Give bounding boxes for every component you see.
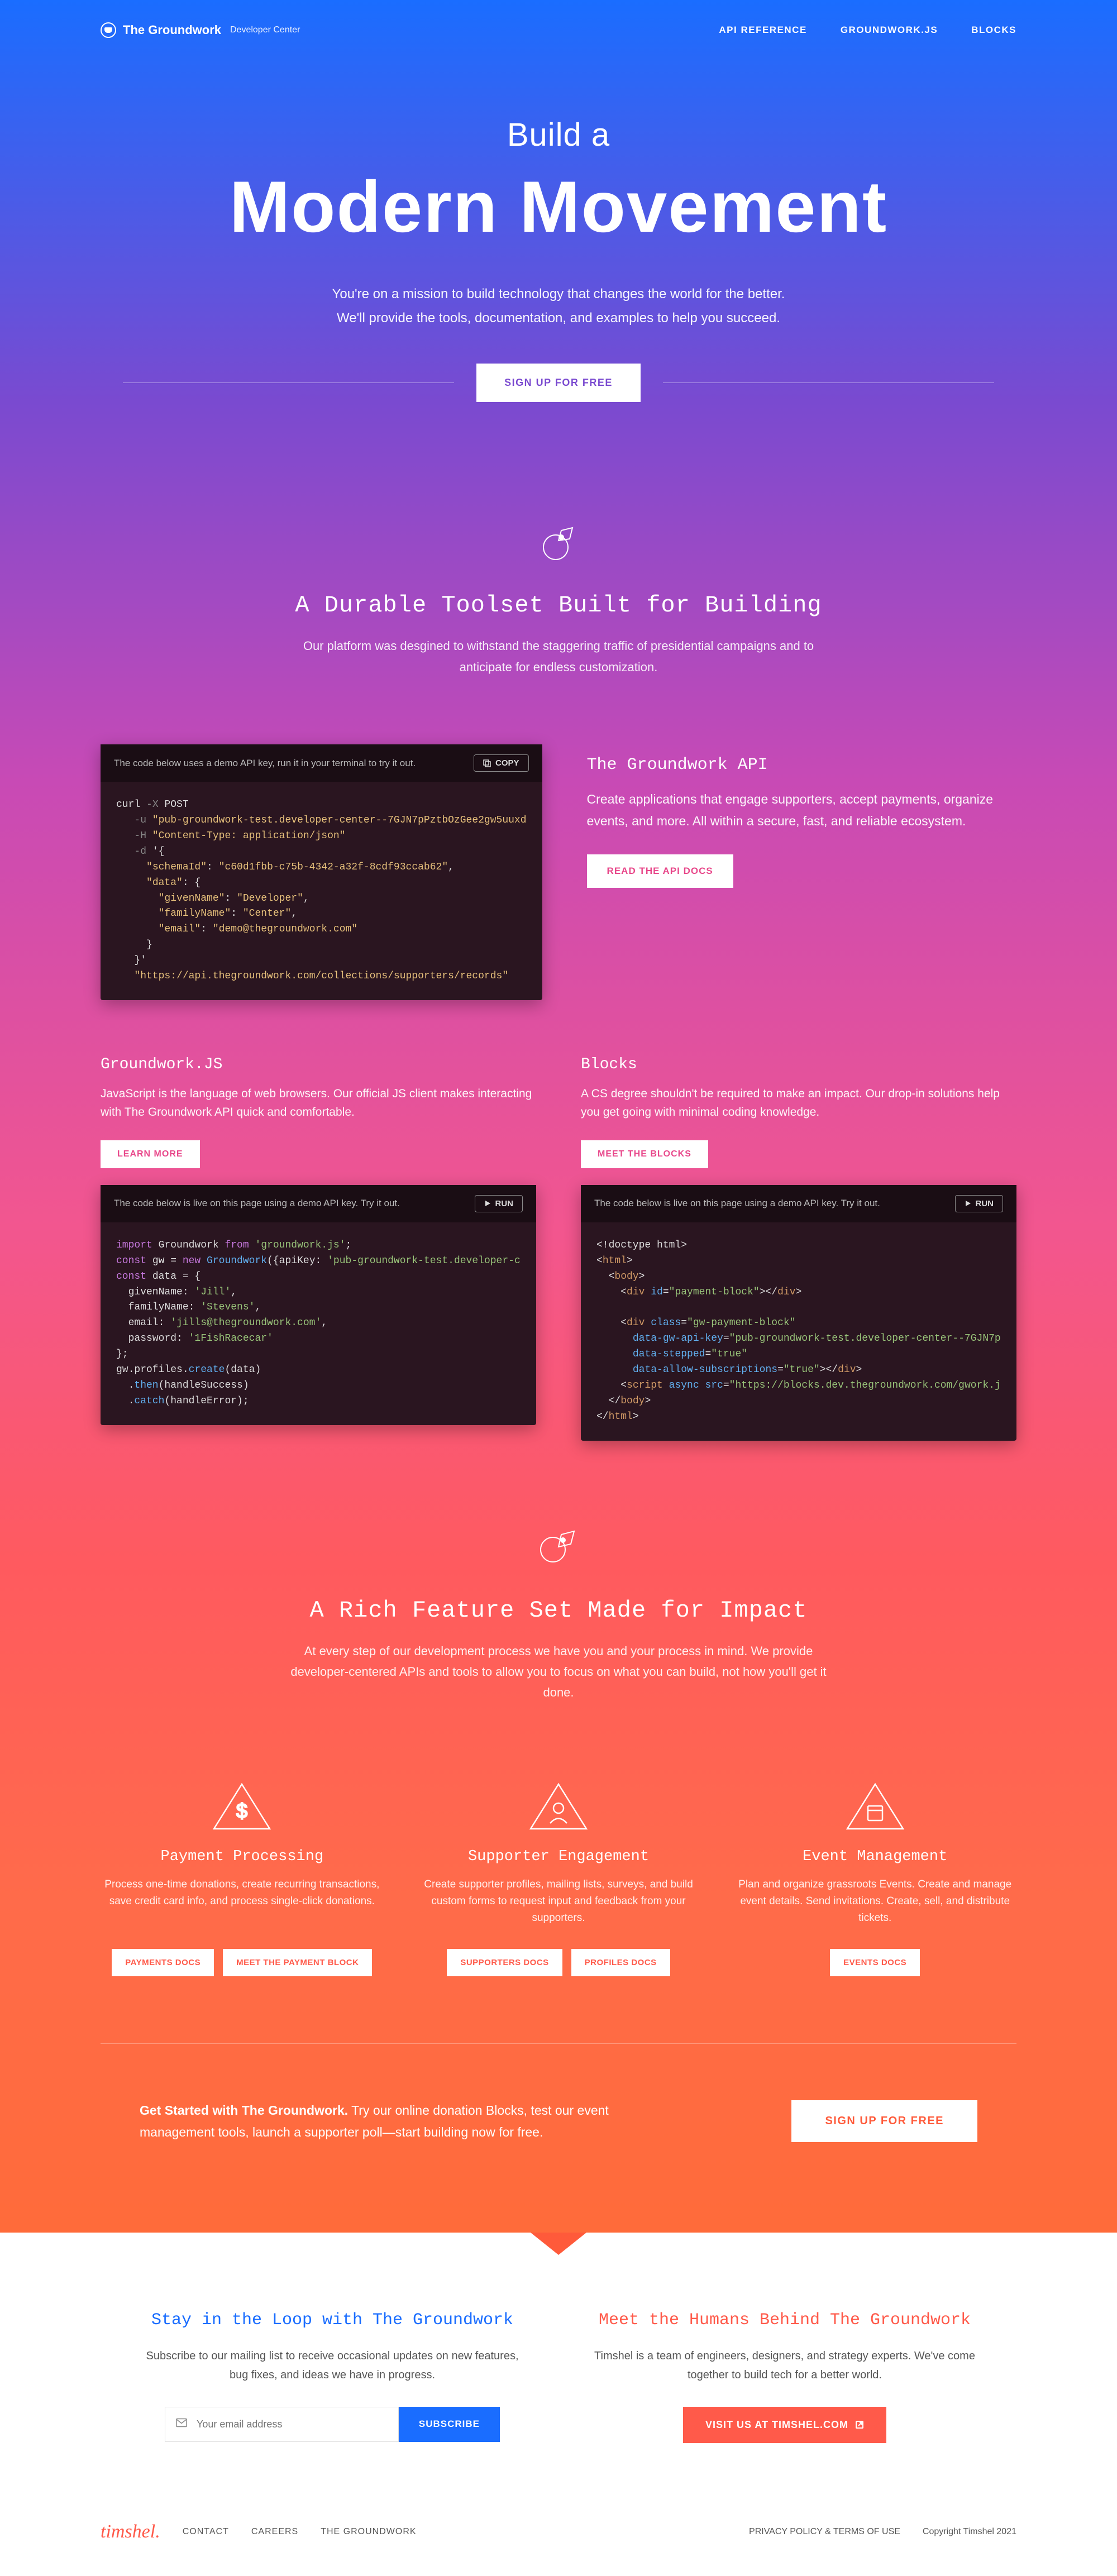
feature-desc: Plan and organize grassroots Events. Cre… [733, 1876, 1016, 1929]
play-icon [484, 1200, 491, 1207]
api-desc: Create applications that engage supporte… [587, 788, 1016, 832]
top-nav: The Groundwork Developer Center API REFE… [0, 0, 1117, 60]
footer: Stay in the Loop with The Groundwork Sub… [0, 2233, 1117, 2576]
loop-title: Stay in the Loop with The Groundwork [140, 2311, 525, 2330]
blocks-code-body: <!doctype html> <html> <body> <div id="p… [581, 1222, 1016, 1441]
person-triangle-icon [528, 1781, 589, 1832]
feature-title: Payment Processing [101, 1848, 384, 1865]
features-title: A Rich Feature Set Made for Impact [101, 1597, 1016, 1624]
humans-desc: Timshel is a team of engineers, designer… [592, 2346, 977, 2384]
toolset-section: A Durable Toolset Built for Building Our… [0, 469, 1117, 722]
blocks-desc: A CS degree shouldn't be required to mak… [581, 1084, 1016, 1124]
nav-link-blocks[interactable]: BLOCKS [971, 25, 1016, 36]
api-row: The code below uses a demo API key, run … [0, 722, 1117, 1022]
feature-desc: Process one-time donations, create recur… [101, 1876, 384, 1929]
events-docs-button[interactable]: EVENTS DOCS [830, 1949, 920, 1976]
blocks-code-caption: The code below is live on this page usin… [594, 1198, 880, 1209]
feature-desc: Create supporter profiles, mailing lists… [417, 1876, 700, 1929]
chevron-down-icon [531, 2233, 586, 2255]
calendar-triangle-icon [844, 1781, 906, 1832]
email-input[interactable] [165, 2407, 399, 2442]
blocks-col: Blocks A CS degree shouldn't be required… [581, 1056, 1016, 1441]
cta-bold: Get Started with The Groundwork. [140, 2103, 348, 2118]
profiles-docs-button[interactable]: PROFILES DOCS [571, 1949, 670, 1976]
api-text: The Groundwork API Create applications t… [587, 744, 1016, 888]
feature-title: Event Management [733, 1848, 1016, 1865]
api-docs-button[interactable]: READ THE API DOCS [587, 854, 733, 888]
run-button-gwjs[interactable]: RUN [475, 1195, 523, 1212]
gwjs-title: Groundwork.JS [101, 1056, 536, 1073]
nav-link-api[interactable]: API REFERENCE [719, 25, 806, 36]
features-icon [531, 1519, 586, 1575]
gwjs-code-block: The code below is live on this page usin… [101, 1185, 536, 1425]
feature-title: Supporter Engagement [417, 1848, 700, 1865]
hero-desc-1: You're on a mission to build technology … [101, 282, 1016, 306]
external-link-icon [855, 2420, 864, 2429]
timshel-logo[interactable]: timshel. [101, 2521, 160, 2542]
cta-text: Get Started with The Groundwork. Try our… [140, 2100, 642, 2143]
cta-signup-button[interactable]: SIGN UP FOR FREE [791, 2100, 977, 2142]
loop-desc: Subscribe to our mailing list to receive… [140, 2346, 525, 2384]
signup-button[interactable]: SIGN UP FOR FREE [476, 364, 641, 402]
feature-payment: $ Payment Processing Process one-time do… [101, 1781, 384, 1976]
cta-row: Get Started with The Groundwork. Try our… [0, 2077, 1117, 2166]
payments-docs-button[interactable]: PAYMENTS DOCS [112, 1949, 214, 1976]
footer-col-loop: Stay in the Loop with The Groundwork Sub… [140, 2311, 525, 2443]
svg-text:$: $ [236, 1799, 247, 1822]
copy-button[interactable]: COPY [474, 754, 529, 772]
footer-link-privacy[interactable]: PRIVACY POLICY & TERMS OF USE [749, 2527, 900, 2537]
learn-more-button[interactable]: LEARN MORE [101, 1140, 200, 1168]
features-row: $ Payment Processing Process one-time do… [0, 1748, 1117, 2010]
feature-supporter: Supporter Engagement Create supporter pr… [417, 1781, 700, 1976]
copyright: Copyright Timshel 2021 [923, 2527, 1016, 2537]
mail-icon [176, 2419, 187, 2430]
api-code-block: The code below uses a demo API key, run … [101, 744, 542, 1000]
meet-blocks-button[interactable]: MEET THE BLOCKS [581, 1140, 708, 1168]
gwjs-code-body: import Groundwork from 'groundwork.js'; … [101, 1222, 536, 1425]
two-col-section: Groundwork.JS JavaScript is the language… [0, 1022, 1117, 1474]
brand-name: The Groundwork [123, 23, 221, 37]
feature-event: Event Management Plan and organize grass… [733, 1781, 1016, 1976]
brand-logo[interactable]: The Groundwork Developer Center [101, 22, 300, 38]
hero-title: Modern Movement [101, 165, 1016, 248]
footer-link-groundwork[interactable]: THE GROUNDWORK [321, 2527, 416, 2537]
play-icon [965, 1200, 971, 1207]
humans-title: Meet the Humans Behind The Groundwork [592, 2311, 977, 2330]
footer-col-humans: Meet the Humans Behind The Groundwork Ti… [592, 2311, 977, 2443]
divider [101, 2043, 1016, 2044]
visit-timshel-button[interactable]: VISIT US AT TIMSHEL.COM [683, 2407, 886, 2443]
nav-link-gwjs[interactable]: GROUNDWORK.JS [841, 25, 938, 36]
api-title: The Groundwork API [587, 756, 1016, 775]
api-code-body: curl -X POST -u "pub-groundwork-test.dev… [101, 782, 542, 1000]
gwjs-col: Groundwork.JS JavaScript is the language… [101, 1056, 536, 1441]
brand-subtitle: Developer Center [230, 25, 300, 35]
features-section-header: A Rich Feature Set Made for Impact At ev… [0, 1474, 1117, 1748]
nav-links: API REFERENCE GROUNDWORK.JS BLOCKS [719, 25, 1016, 36]
toolset-title: A Durable Toolset Built for Building [101, 592, 1016, 619]
logo-icon [101, 22, 116, 38]
dollar-triangle-icon: $ [211, 1781, 273, 1832]
copy-icon [483, 759, 491, 767]
subscribe-button[interactable]: SUBSCRIBE [399, 2407, 500, 2442]
gwjs-desc: JavaScript is the language of web browse… [101, 1084, 536, 1124]
blocks-code-block: The code below is live on this page usin… [581, 1185, 1016, 1441]
email-form: SUBSCRIBE [165, 2407, 500, 2442]
footer-link-contact[interactable]: CONTACT [183, 2527, 229, 2537]
gwjs-code-caption: The code below is live on this page usin… [114, 1198, 400, 1209]
blocks-title: Blocks [581, 1056, 1016, 1073]
footer-link-careers[interactable]: CAREERS [251, 2527, 298, 2537]
toolset-desc: Our platform was desgined to withstand t… [279, 635, 838, 677]
supporters-docs-button[interactable]: SUPPORTERS DOCS [447, 1949, 562, 1976]
hero-section: Build a Modern Movement You're on a miss… [0, 60, 1117, 469]
hero-desc-2: We'll provide the tools, documentation, … [101, 306, 1016, 330]
toolset-icon [531, 514, 586, 570]
api-code-caption: The code below uses a demo API key, run … [114, 758, 416, 769]
payment-block-button[interactable]: MEET THE PAYMENT BLOCK [223, 1949, 372, 1976]
run-button-blocks[interactable]: RUN [955, 1195, 1004, 1212]
hero-prefix: Build a [101, 116, 1016, 154]
bottom-bar: timshel. CONTACT CAREERS THE GROUNDWORK … [0, 2499, 1117, 2542]
features-desc: At every step of our development process… [279, 1641, 838, 1703]
